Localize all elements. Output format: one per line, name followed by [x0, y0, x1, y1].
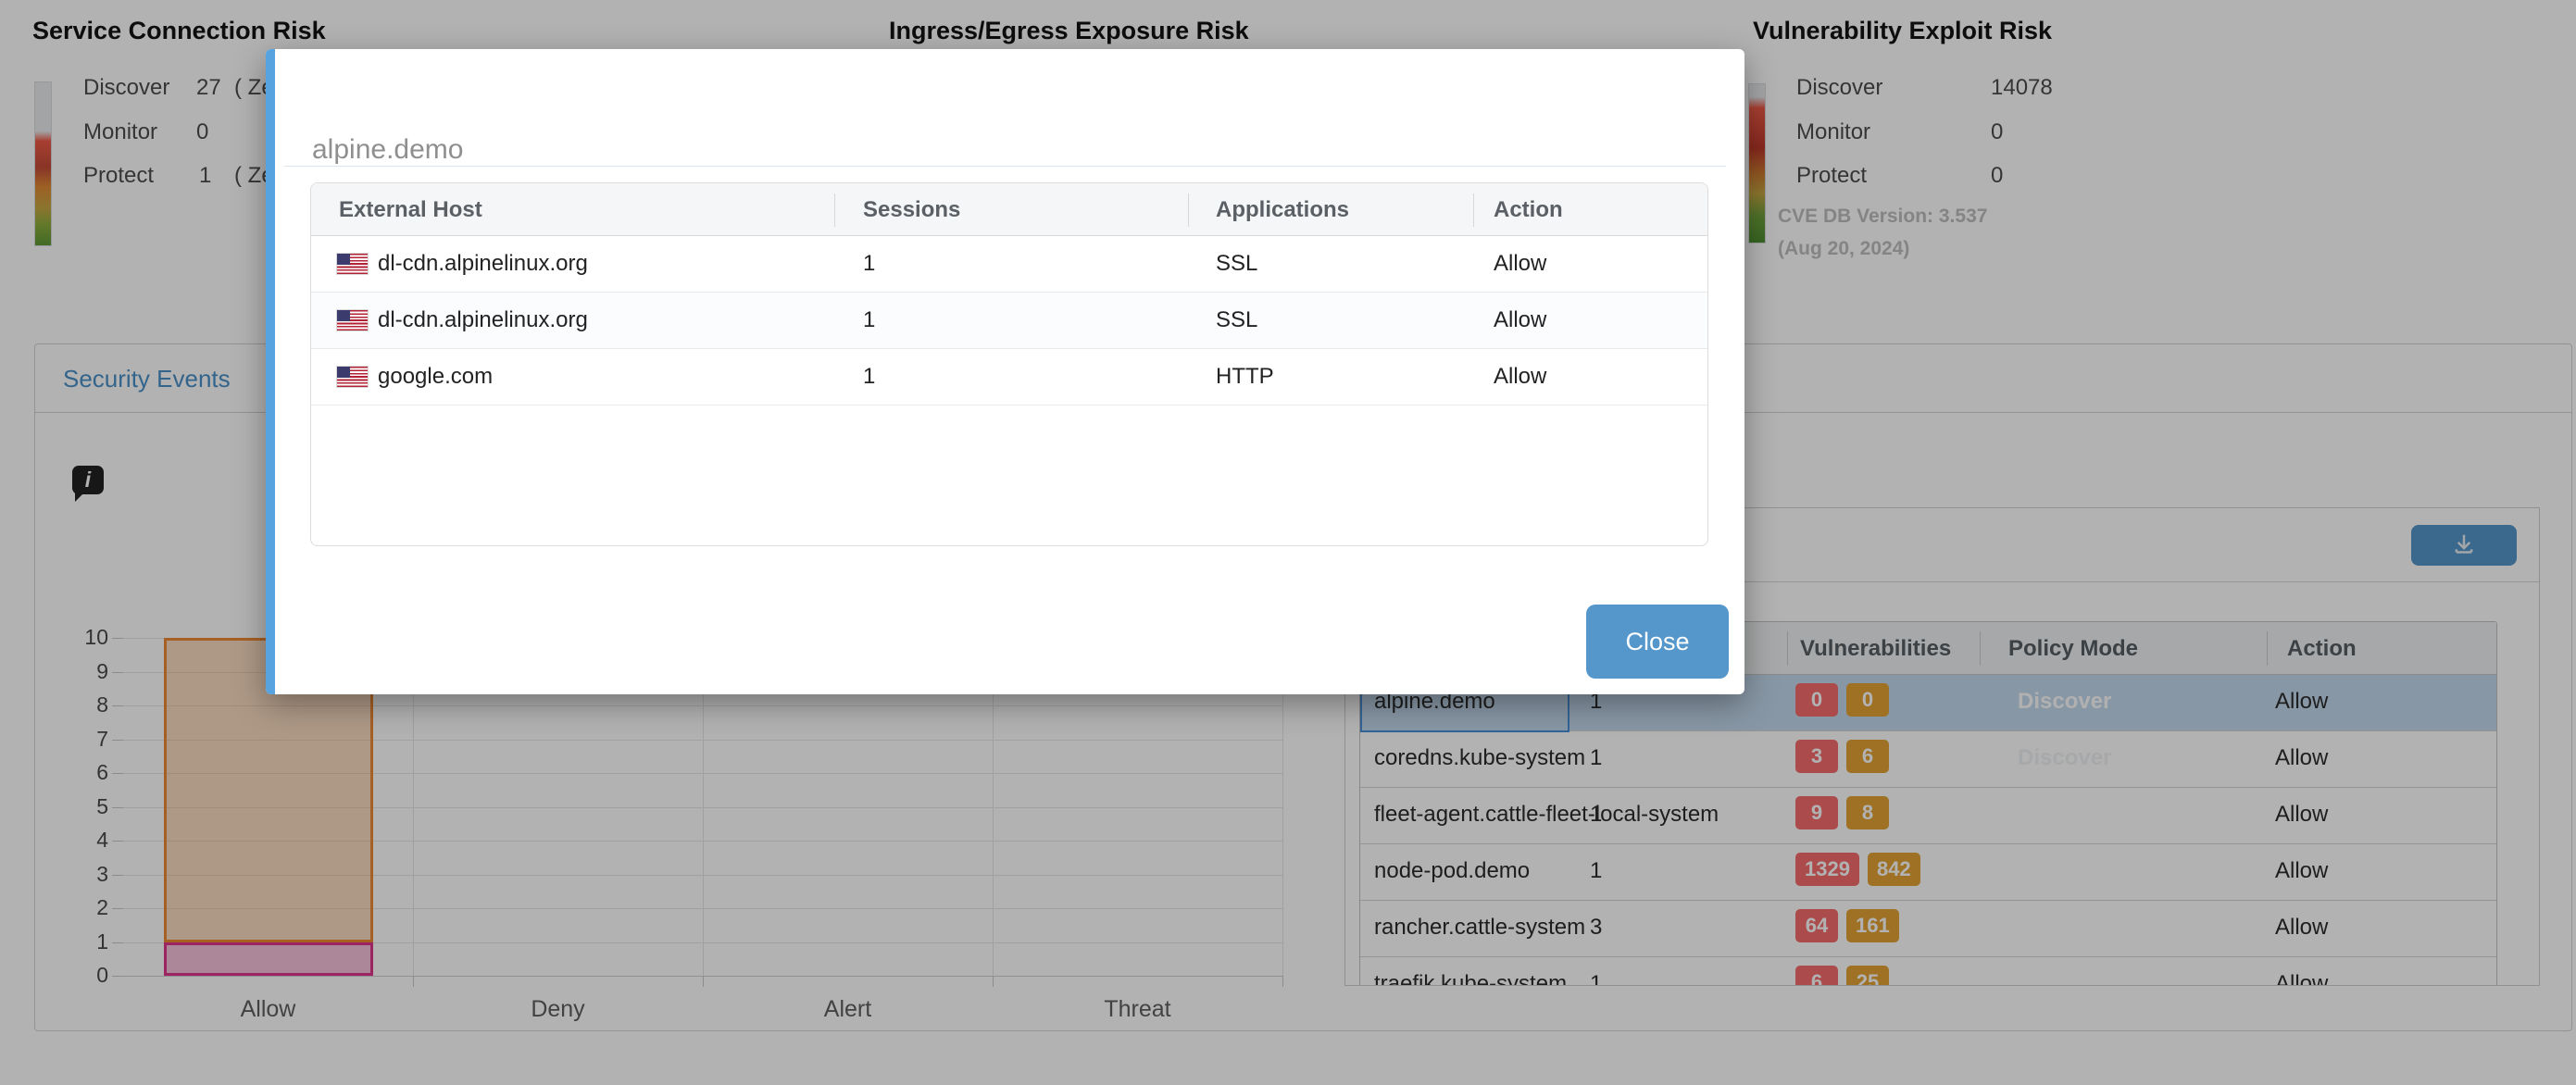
modal-title-divider — [284, 166, 1726, 167]
col-external-host: External Host — [339, 197, 482, 223]
action-value: Allow — [1494, 364, 1546, 390]
external-host-link[interactable]: dl-cdn.alpinelinux.org — [378, 251, 588, 277]
external-host-link[interactable]: google.com — [378, 364, 493, 390]
external-hosts-table: External Host Sessions Applications Acti… — [310, 182, 1708, 546]
header-separator — [1473, 193, 1474, 227]
us-flag-icon — [337, 254, 368, 274]
close-button[interactable]: Close — [1586, 605, 1729, 679]
col-sessions: Sessions — [863, 197, 960, 223]
action-value: Allow — [1494, 251, 1546, 277]
col-action: Action — [1494, 197, 1563, 223]
external-hosts-modal: alpine.demo External Host Sessions Appli… — [266, 49, 1744, 694]
external-host-link[interactable]: dl-cdn.alpinelinux.org — [378, 307, 588, 333]
applications-value: SSL — [1216, 307, 1257, 333]
modal-title: alpine.demo — [312, 134, 463, 166]
us-flag-icon — [337, 310, 368, 330]
header-separator — [1188, 193, 1189, 227]
sessions-value: 1 — [863, 307, 875, 333]
action-value: Allow — [1494, 307, 1546, 333]
dashboard-page: Service Connection Risk Discover 27 ( Ze… — [0, 0, 2576, 1085]
applications-value: SSL — [1216, 251, 1257, 277]
external-host-row: dl-cdn.alpinelinux.org 1 SSL Allow — [311, 293, 1707, 349]
sessions-value: 1 — [863, 251, 875, 277]
external-host-row: dl-cdn.alpinelinux.org 1 SSL Allow — [311, 236, 1707, 293]
external-host-row: google.com 1 HTTP Allow — [311, 349, 1707, 405]
modal-accent-strip — [266, 49, 275, 694]
external-hosts-table-header: External Host Sessions Applications Acti… — [311, 183, 1707, 236]
applications-value: HTTP — [1216, 364, 1274, 390]
us-flag-icon — [337, 367, 368, 387]
col-applications: Applications — [1216, 197, 1349, 223]
sessions-value: 1 — [863, 364, 875, 390]
header-separator — [834, 193, 835, 227]
